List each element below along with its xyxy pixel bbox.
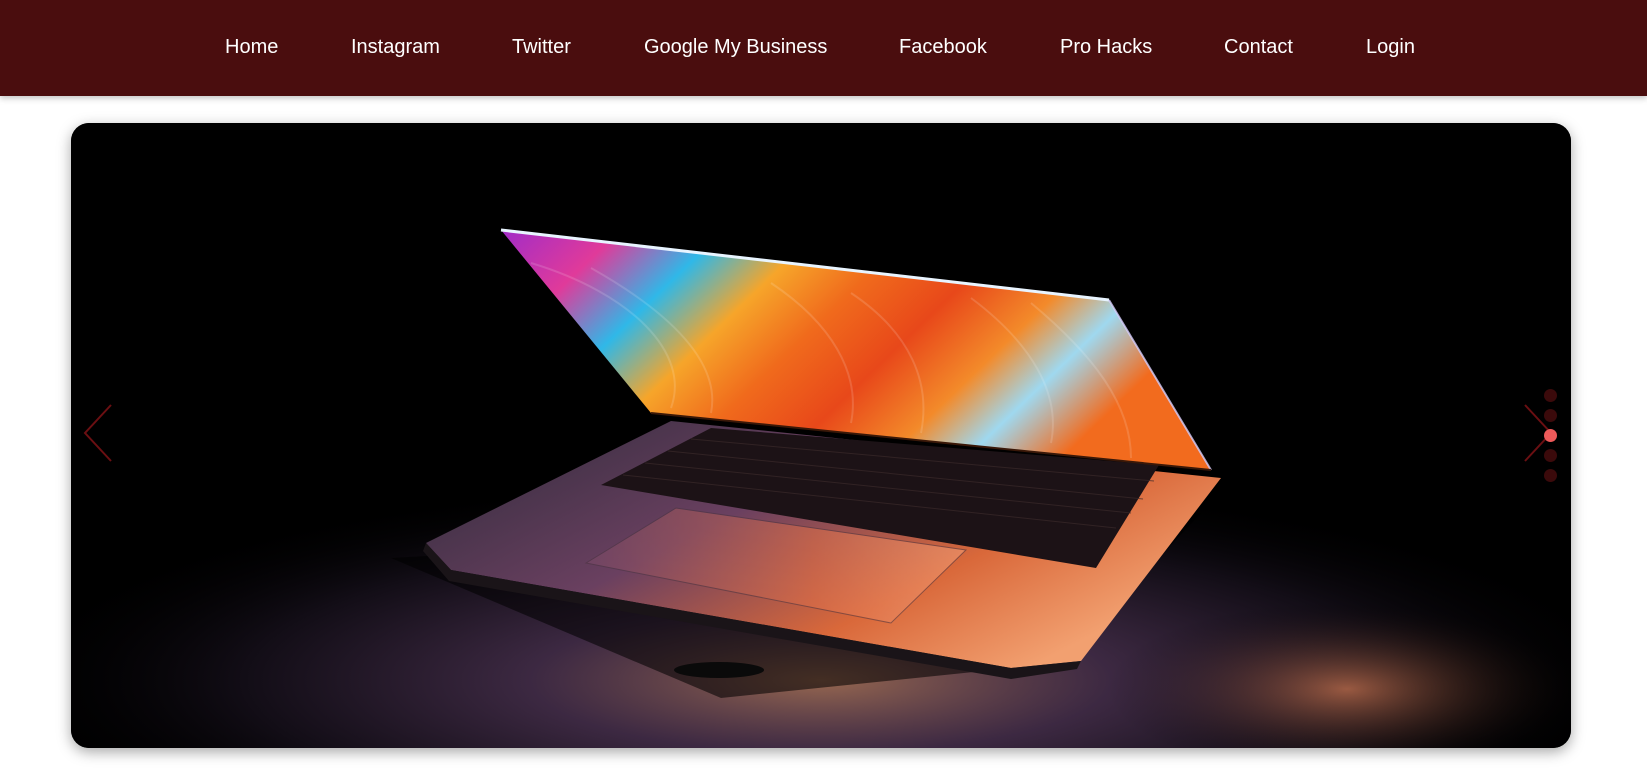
slide-dot-3[interactable]: [1544, 429, 1557, 442]
nav-link-instagram[interactable]: Instagram: [351, 35, 440, 59]
slide-dot-4[interactable]: [1544, 449, 1557, 462]
nav-link-login[interactable]: Login: [1366, 35, 1415, 59]
slide-dot-2[interactable]: [1544, 409, 1557, 422]
chevron-left-icon: [83, 404, 112, 462]
laptop-photo: [71, 123, 1571, 748]
top-navigation-bar: Home Instagram Twitter Google My Busines…: [0, 0, 1647, 96]
nav-link-twitter[interactable]: Twitter: [512, 35, 571, 59]
image-slider: [71, 123, 1571, 748]
nav-link-contact[interactable]: Contact: [1224, 35, 1293, 59]
nav-link-google-my-business[interactable]: Google My Business: [644, 35, 827, 59]
nav-link-facebook[interactable]: Facebook: [899, 35, 987, 59]
slide-dot-1[interactable]: [1544, 389, 1557, 402]
nav-link-pro-hacks[interactable]: Pro Hacks: [1060, 35, 1152, 59]
slide-dot-5[interactable]: [1544, 469, 1557, 482]
nav-link-home[interactable]: Home: [225, 35, 278, 59]
previous-slide-button[interactable]: [81, 403, 121, 463]
slide-indicator-dots: [1544, 389, 1558, 489]
